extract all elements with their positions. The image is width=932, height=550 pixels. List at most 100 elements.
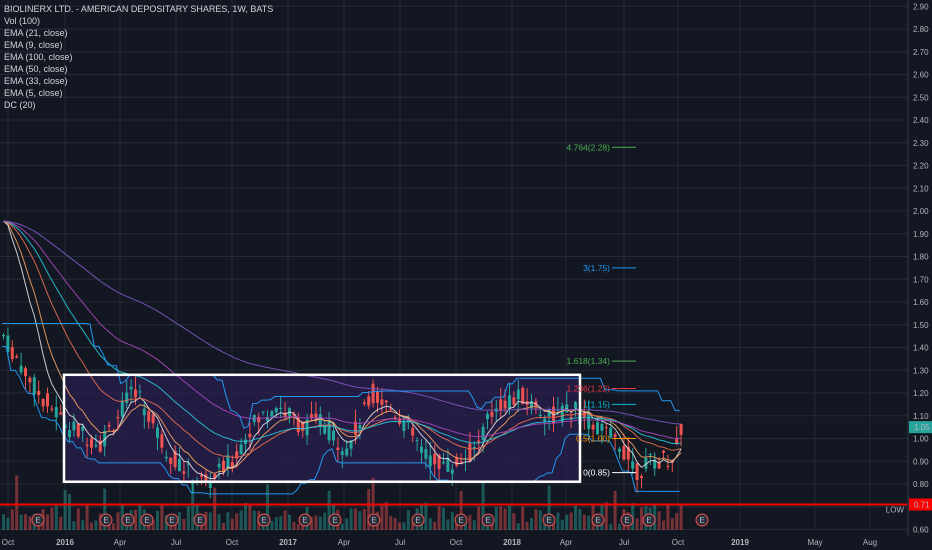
volume-bar [613,490,617,530]
volume-bar [244,502,247,530]
candle-body [662,450,665,453]
candle-body [582,412,586,418]
volume-bar [349,508,353,530]
earnings-marker-label: E [197,516,202,525]
volume-bar [450,511,454,530]
volume-bar [358,511,362,530]
volume-bar [494,507,498,530]
candle-body [371,383,375,404]
volume-bar [182,518,186,530]
candle-body [345,448,349,456]
indicator-ema100[interactable]: EMA (100, close) [4,51,273,63]
volume-bar [252,510,256,530]
candle-body [327,420,331,441]
candle-body [37,390,41,396]
earnings-marker-label: E [103,516,108,525]
volume-bar [446,519,450,530]
candle-body [217,463,221,468]
volume-bar [512,513,516,530]
x-tick-label: Jul [171,538,181,547]
range-box-fill [64,374,580,482]
candle-body [389,408,393,410]
volume-bar [428,518,432,530]
volume-bar [186,506,190,530]
x-tick-label: Oct [226,538,239,547]
volume-bar [468,514,472,530]
candle-body [94,444,98,447]
indicator-vol[interactable]: Vol (100) [4,15,273,27]
volume-bar [525,521,529,530]
candle-body [367,396,371,406]
chart-legend: BIOLINERX LTD. - AMERICAN DEPOSITARY SHA… [4,3,273,111]
candle-body [279,407,283,409]
candle-body [481,426,485,440]
volume-bar [398,522,401,530]
x-tick-label: May [807,538,822,547]
volume-bar [76,508,80,530]
volume-bar [94,520,98,530]
volume-bar [433,521,437,530]
volume-bar [503,508,507,530]
candle-body [19,365,23,373]
candle-body [24,368,27,377]
indicator-ema50[interactable]: EMA (50, close) [4,63,273,75]
fib-label: 3(1.75) [583,263,610,273]
x-tick-label: Jul [619,538,629,547]
volume-bar [340,523,344,530]
candle-body [512,397,516,405]
x-tick-label: Jul [395,538,405,547]
indicator-ema5[interactable]: EMA (5, close) [4,87,273,99]
earnings-marker-label: E [302,516,307,525]
volume-bar [560,519,564,530]
volume-bar [354,508,357,530]
candle-body [604,427,608,429]
volume-bar [160,504,164,530]
fib-label: 1.618(1.34) [567,356,611,366]
earnings-marker-label: E [458,516,463,525]
y-tick-label: 0.80 [913,480,929,489]
candle-body [323,426,327,434]
volume-bar [63,490,67,530]
volume-bar [565,514,569,530]
volume-bar [248,505,252,530]
volume-bar [2,514,5,530]
indicator-ema33[interactable]: EMA (33, close) [4,75,273,87]
volume-bar [239,510,243,530]
volume-bar [323,512,327,530]
candle-body [46,393,49,407]
candle-body [28,377,32,383]
y-tick-label: 1.20 [913,389,929,398]
earnings-marker-label: E [624,516,629,525]
y-tick-label: 2.80 [913,25,929,34]
candle-body [310,414,313,418]
y-tick-label: 2.30 [913,139,929,148]
candle-body [120,400,124,417]
earnings-marker-label: E [546,516,551,525]
indicator-dc20[interactable]: DC (20) [4,99,273,111]
candle-body [420,446,423,453]
volume-bar [6,517,10,530]
candle-body [261,411,265,413]
candle-body [472,446,476,449]
volume-bar [477,506,481,530]
candle-body [10,347,14,360]
volume-bar [46,514,49,530]
candle-body [591,424,595,430]
candle-body [182,471,186,474]
volume-bar [81,520,85,530]
y-tick-label: 1.60 [913,298,929,307]
volume-bar [534,509,538,530]
volume-bar [618,523,621,530]
volume-bar [279,516,283,530]
x-tick-label: Aug [863,538,877,547]
earnings-marker-label: E [144,516,149,525]
candle-body [358,425,362,430]
indicator-ema9[interactable]: EMA (9, close) [4,39,273,51]
earnings-marker-label: E [415,516,420,525]
indicator-ema21[interactable]: EMA (21, close) [4,27,273,39]
volume-bar [569,512,573,530]
volume-bar [587,515,591,530]
candle-body [248,433,252,438]
y-tick-label: 2.70 [913,48,929,57]
candle-body [635,463,639,480]
